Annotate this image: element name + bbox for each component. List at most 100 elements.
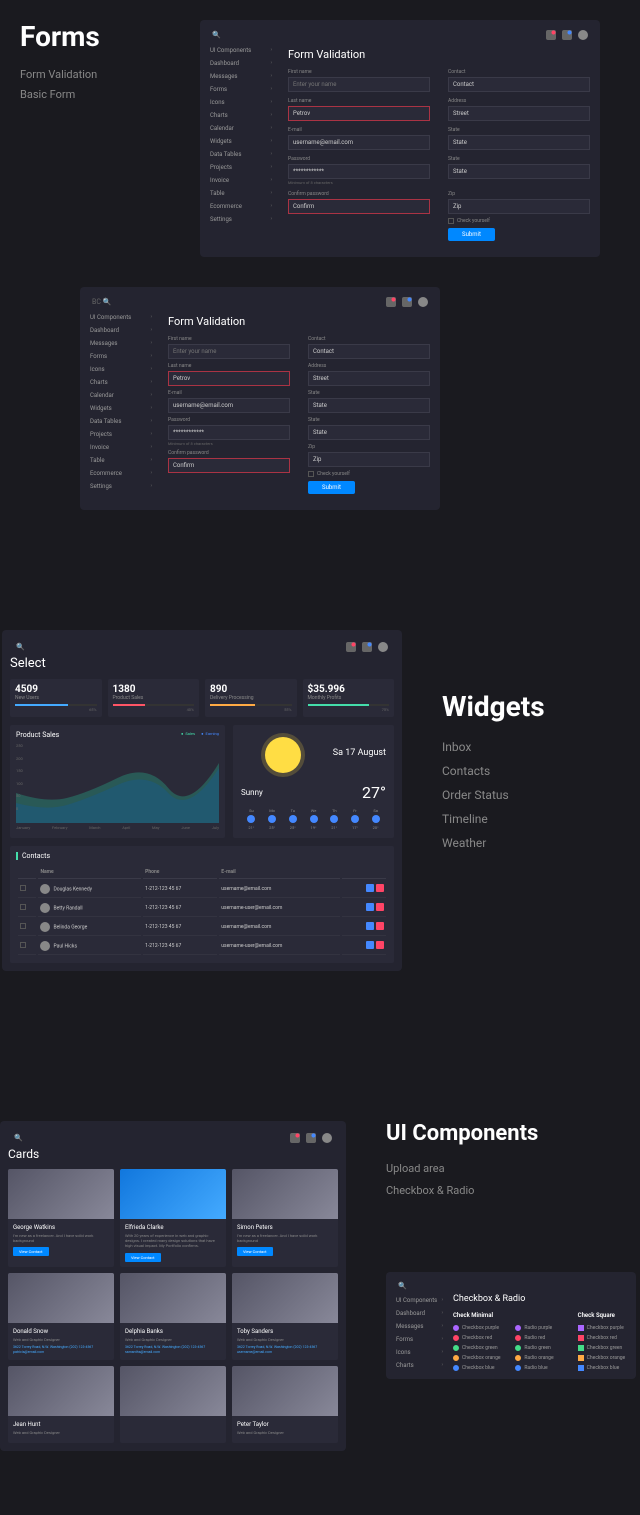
sidebar-item[interactable]: Forms› — [86, 350, 156, 363]
contact-input[interactable] — [308, 344, 430, 359]
cart-icon[interactable] — [346, 642, 356, 652]
contact-card[interactable]: Peter TaylorWeb and Graphic Designer — [232, 1366, 338, 1443]
password-input[interactable] — [168, 425, 290, 440]
edit-icon[interactable] — [366, 903, 374, 911]
table-row[interactable]: Douglas Kennedy1-212-123 45 67username@e… — [18, 881, 386, 898]
bell-icon[interactable] — [362, 642, 372, 652]
link-timeline[interactable]: Timeline — [442, 807, 640, 831]
sidebar-item[interactable]: Table› — [86, 454, 156, 467]
contact-input[interactable] — [448, 77, 590, 92]
contact-card[interactable]: Simon PetersI'm new as a freelancer. And… — [232, 1169, 338, 1267]
search-icon[interactable]: 🔍 — [212, 31, 221, 39]
radio-item[interactable]: Radio green — [515, 1343, 567, 1353]
submit-button[interactable]: Submit — [308, 481, 355, 494]
checkbox-item[interactable]: Checkbox orange — [453, 1353, 505, 1363]
link-form-validation[interactable]: Form Validation — [20, 65, 180, 85]
bell-icon[interactable] — [562, 30, 572, 40]
confirm-input[interactable] — [168, 458, 290, 473]
check-yourself[interactable] — [448, 218, 454, 224]
view-contact-button[interactable]: View Contact — [125, 1253, 161, 1262]
sidebar-item[interactable]: Settings› — [86, 480, 156, 493]
sidebar-item[interactable]: Dashboard› — [206, 57, 276, 70]
edit-icon[interactable] — [366, 922, 374, 930]
link-inbox[interactable]: Inbox — [442, 735, 640, 759]
checkbox-item[interactable]: Checkbox orange — [578, 1353, 630, 1363]
sidebar-item[interactable]: Charts› — [206, 109, 276, 122]
contact-card[interactable]: Delphia BanksWeb and Graphic Designer362… — [120, 1273, 226, 1360]
sidebar-item[interactable]: Forms› — [206, 83, 276, 96]
sidebar-item[interactable]: Messages› — [86, 337, 156, 350]
link-weather[interactable]: Weather — [442, 831, 640, 855]
sidebar-item[interactable]: Data Tables› — [206, 148, 276, 161]
zip-input[interactable] — [308, 452, 430, 467]
sidebar-item[interactable]: Projects› — [206, 161, 276, 174]
link-upload[interactable]: Upload area — [386, 1158, 640, 1180]
sidebar-item[interactable]: Forms› — [392, 1333, 447, 1346]
view-contact-button[interactable]: View Contact — [13, 1247, 49, 1256]
cart-icon[interactable] — [546, 30, 556, 40]
edit-icon[interactable] — [366, 884, 374, 892]
avatar[interactable] — [378, 642, 388, 652]
sidebar-item[interactable]: Data Tables› — [86, 415, 156, 428]
sidebar-item[interactable]: Ecommerce› — [206, 200, 276, 213]
sidebar-item[interactable]: Charts› — [86, 376, 156, 389]
sidebar-item[interactable]: Invoice› — [206, 174, 276, 187]
avatar[interactable] — [578, 30, 588, 40]
sidebar-item[interactable]: Widgets› — [86, 402, 156, 415]
edit-icon[interactable] — [366, 941, 374, 949]
state-input[interactable] — [448, 135, 590, 150]
checkbox-item[interactable]: Checkbox red — [453, 1333, 505, 1343]
check-yourself[interactable] — [308, 471, 314, 477]
avatar[interactable] — [418, 297, 428, 307]
search-icon[interactable]: 🔍 — [14, 1134, 23, 1142]
delete-icon[interactable] — [376, 884, 384, 892]
delete-icon[interactable] — [376, 922, 384, 930]
submit-button[interactable]: Submit — [448, 228, 495, 241]
cart-icon[interactable] — [386, 297, 396, 307]
sidebar-item[interactable]: Charts› — [392, 1359, 447, 1372]
sidebar-item[interactable]: UI Components› — [206, 44, 276, 57]
sidebar-item[interactable]: Icons› — [206, 96, 276, 109]
state2-input[interactable] — [308, 425, 430, 440]
checkbox-item[interactable]: Checkbox red — [578, 1333, 630, 1343]
email-input[interactable] — [288, 135, 430, 150]
link-order-status[interactable]: Order Status — [442, 783, 640, 807]
search-icon[interactable]: 🔍 — [398, 1282, 407, 1290]
bell-icon[interactable] — [306, 1133, 316, 1143]
last-name-input[interactable] — [168, 371, 290, 386]
radio-item[interactable]: Radio orange — [515, 1353, 567, 1363]
first-name-input[interactable] — [168, 344, 290, 359]
sidebar-item[interactable]: Projects› — [86, 428, 156, 441]
password-input[interactable] — [288, 164, 430, 179]
zip-input[interactable] — [448, 199, 590, 214]
sidebar-item[interactable]: Dashboard› — [392, 1307, 447, 1320]
sidebar-item[interactable]: Settings› — [206, 213, 276, 226]
sidebar-item[interactable]: Invoice› — [86, 441, 156, 454]
link-basic-form[interactable]: Basic Form — [20, 85, 180, 105]
sidebar-item[interactable]: Messages› — [206, 70, 276, 83]
sidebar-item[interactable]: Table› — [206, 187, 276, 200]
state2-input[interactable] — [448, 164, 590, 179]
radio-item[interactable]: Radio purple — [515, 1323, 567, 1333]
radio-item[interactable]: Radio red — [515, 1333, 567, 1343]
table-row[interactable]: Belinda George1-212-123 45 67username@em… — [18, 919, 386, 936]
radio-item[interactable]: Radio blue — [515, 1363, 567, 1373]
contact-card[interactable]: Jean HuntWeb and Graphic Designer — [8, 1366, 114, 1443]
table-row[interactable]: Betty Randall1-212-123 45 67username-use… — [18, 900, 386, 917]
checkbox-item[interactable]: Checkbox blue — [453, 1363, 505, 1373]
sidebar-item[interactable]: Messages› — [392, 1320, 447, 1333]
checkbox-item[interactable]: Checkbox blue — [578, 1363, 630, 1373]
sidebar-item[interactable]: UI Components› — [86, 311, 156, 324]
sidebar-item[interactable]: Icons› — [392, 1346, 447, 1359]
cart-icon[interactable] — [290, 1133, 300, 1143]
bell-icon[interactable] — [402, 297, 412, 307]
contact-card[interactable]: Toby SandersWeb and Graphic Designer3622… — [232, 1273, 338, 1360]
sidebar-item[interactable]: Calendar› — [86, 389, 156, 402]
checkbox-item[interactable]: Checkbox green — [578, 1343, 630, 1353]
first-name-input[interactable] — [288, 77, 430, 92]
contact-card[interactable]: Donald SnowWeb and Graphic Designer3622 … — [8, 1273, 114, 1360]
sidebar-item[interactable]: Icons› — [86, 363, 156, 376]
sidebar-item[interactable]: Widgets› — [206, 135, 276, 148]
contact-card[interactable]: George WatkinsI'm new as a freelancer. A… — [8, 1169, 114, 1267]
checkbox-item[interactable]: Checkbox green — [453, 1343, 505, 1353]
